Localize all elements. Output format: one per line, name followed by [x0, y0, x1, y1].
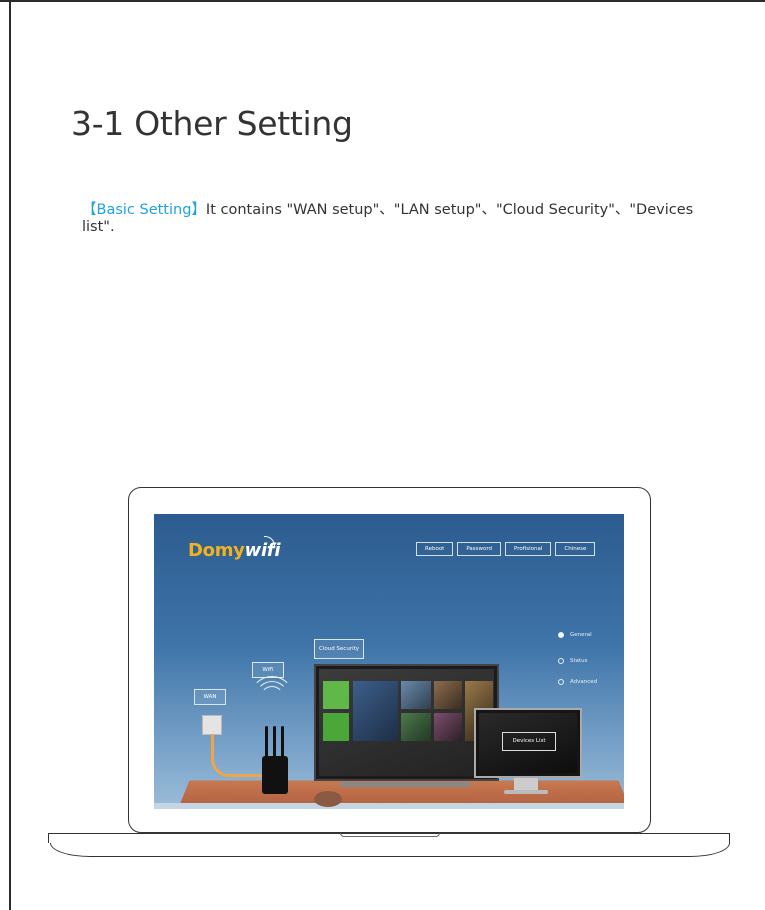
side-item-label: Advanced	[570, 679, 598, 685]
logo-part-domy: Domy	[188, 540, 245, 561]
intro-highlight: 【Basic Setting】	[82, 202, 206, 218]
ethernet-cable	[211, 734, 266, 777]
mouse-icon	[314, 791, 342, 807]
cloud-security-label: Cloud Security	[314, 639, 364, 659]
tv-tile	[434, 681, 462, 709]
page-border-left	[9, 0, 11, 910]
tv-tile	[323, 713, 349, 741]
wifi-signal-icon	[250, 676, 294, 720]
laptop-base-notch	[340, 833, 440, 837]
devices-list-label: Devices List	[502, 732, 556, 751]
wall-outlet-icon	[202, 715, 222, 735]
side-item-status[interactable]: Status	[558, 658, 588, 664]
tv-illustration	[314, 664, 499, 781]
nav-profisional-button[interactable]: Profisional	[505, 542, 552, 556]
page-title: 3-1 Other Setting	[71, 104, 353, 143]
nav-chinese-button[interactable]: Chinese	[555, 542, 596, 556]
intro-paragraph: 【Basic Setting】It contains "WAN setup"、"…	[82, 202, 722, 236]
page-border-top	[0, 0, 765, 2]
router-antenna	[273, 726, 276, 760]
router-antenna	[265, 726, 268, 760]
monitor-foot	[504, 790, 548, 794]
tv-tile	[434, 713, 462, 741]
nav-password-button[interactable]: Password	[457, 542, 502, 556]
router-antenna	[281, 726, 284, 760]
wan-label: WAN	[194, 689, 226, 705]
tv-tile	[323, 681, 349, 709]
laptop-screen: Domywifi Reboot Password Profisional Chi…	[154, 514, 624, 809]
radio-dot-icon	[558, 658, 564, 664]
router-icon	[262, 756, 288, 794]
radio-dot-icon	[558, 632, 564, 638]
tv-tile	[401, 713, 431, 741]
laptop-base-bottom	[50, 843, 730, 857]
desk-edge	[154, 803, 624, 809]
logo-part-wifi: wifi	[244, 540, 281, 561]
side-item-label: General	[570, 632, 592, 638]
side-item-label: Status	[570, 658, 588, 664]
logo-signal-icon	[264, 536, 275, 547]
radio-dot-icon	[558, 679, 564, 685]
tv-stand	[340, 782, 470, 787]
screen-nav: Reboot Password Profisional Chinese	[416, 542, 596, 556]
side-item-advanced[interactable]: Advanced	[558, 679, 597, 685]
tv-tile	[401, 681, 431, 709]
side-item-general[interactable]: General	[558, 632, 592, 638]
tv-tile	[353, 681, 398, 741]
nav-reboot-button[interactable]: Reboot	[416, 542, 454, 556]
